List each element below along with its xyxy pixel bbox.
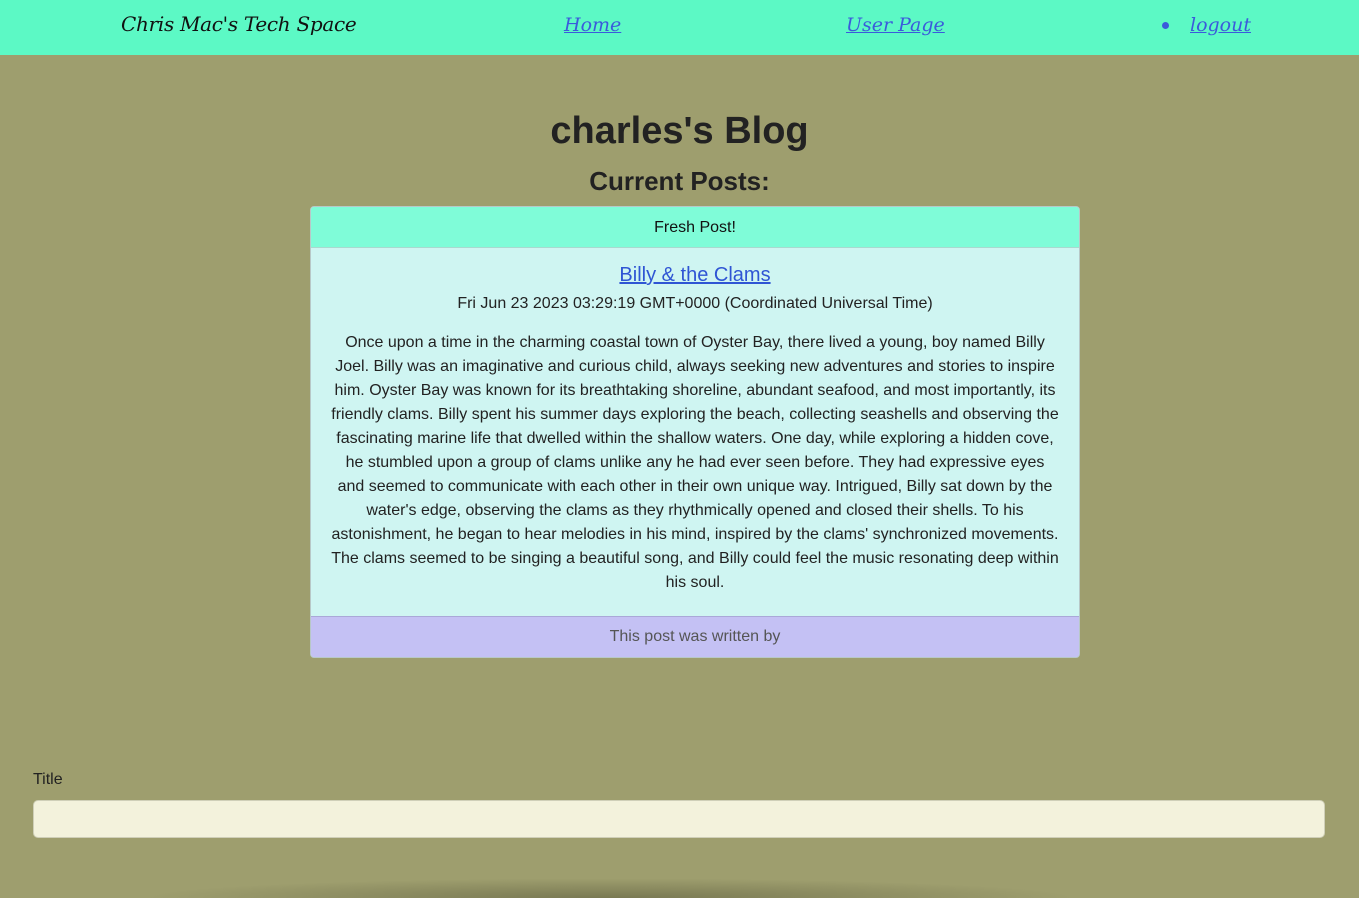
post-card-body: Billy & the Clams Fri Jun 23 2023 03:29:…: [311, 248, 1079, 616]
bullet-icon: [1162, 22, 1169, 29]
nav-link-home[interactable]: Home: [564, 14, 621, 36]
post-title-link[interactable]: Billy & the Clams: [619, 264, 770, 287]
title-input[interactable]: [33, 800, 1325, 838]
nav-link-user-page[interactable]: User Page: [846, 14, 945, 36]
navbar: Chris Mac's Tech Space Home User Page lo…: [0, 0, 1359, 55]
post-card-footer: This post was written by: [311, 616, 1079, 657]
bottom-shadow: [140, 878, 1080, 898]
brand-title: Chris Mac's Tech Space: [121, 12, 357, 36]
nav-link-logout[interactable]: logout: [1190, 14, 1251, 36]
post-card-header: Fresh Post!: [311, 207, 1079, 248]
page-title: charles's Blog: [550, 110, 809, 152]
post-content: Once upon a time in the charming coastal…: [331, 334, 1059, 591]
page-subtitle: Current Posts:: [589, 166, 770, 196]
title-label: Title: [33, 771, 63, 788]
post-card: Fresh Post! Billy & the Clams Fri Jun 23…: [310, 206, 1080, 658]
post-date: Fri Jun 23 2023 03:29:19 GMT+0000 (Coord…: [457, 295, 933, 312]
